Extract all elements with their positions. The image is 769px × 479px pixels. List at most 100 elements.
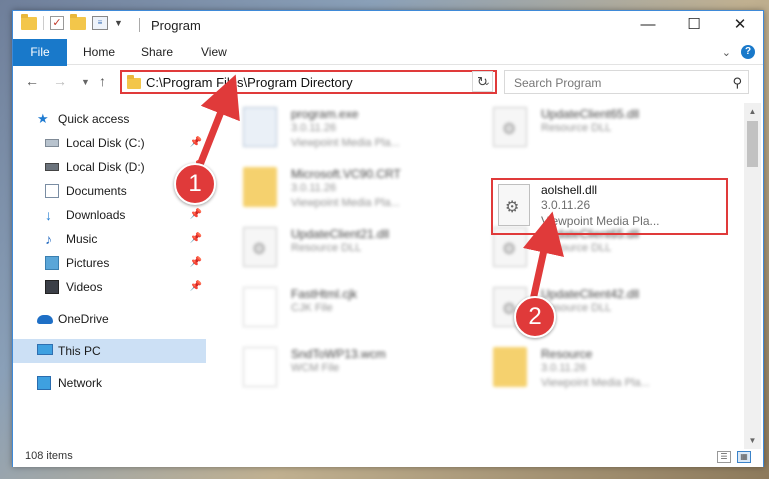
back-arrow-icon[interactable]: ← [25, 73, 39, 89]
pictures-icon [45, 256, 59, 270]
item-count: 108 items [25, 450, 73, 462]
sidebar-item-label: Local Disk (D:) [66, 160, 145, 174]
folder-icon [127, 75, 141, 89]
window-title: Program [151, 18, 201, 33]
network-icon [37, 376, 51, 390]
file-description: Viewpoint Media Pla... [291, 197, 400, 209]
sidebar-item-onedrive[interactable]: OneDrive [13, 307, 206, 331]
file-name: SndToWP13.wcm [291, 347, 386, 361]
file-item[interactable]: ⚙ UpdateClient21.dll Resource DLL [243, 223, 463, 275]
view-buttons: ☰ ▦ [717, 451, 751, 463]
tab-view[interactable]: View [187, 39, 241, 65]
file-name: UpdateClient65.dll [541, 107, 640, 121]
sidebar-item-music[interactable]: ♪ Music 📌 [13, 227, 206, 251]
status-bar: 108 items ☰ ▦ [13, 449, 763, 467]
minimize-button[interactable]: — [625, 11, 671, 39]
up-arrow-icon[interactable]: ↑ [99, 73, 106, 89]
file-description: Viewpoint Media Pla... [541, 377, 650, 389]
file-item[interactable]: Microsoft.VC90.CRT 3.0.11.26 Viewpoint M… [243, 163, 463, 215]
videos-icon [45, 280, 59, 294]
file-version: 3.0.11.26 [291, 122, 337, 134]
forward-arrow-icon[interactable]: → [53, 73, 67, 89]
sidebar-item-label: Music [66, 232, 98, 246]
file-name: UpdateClient42.dll [541, 287, 640, 301]
file-type: WCM File [291, 362, 340, 374]
highlight-box [491, 178, 728, 235]
sidebar-item-label: Quick access [58, 112, 130, 126]
sidebar-item-label: Pictures [66, 256, 110, 270]
file-item[interactable]: Resource 3.0.11.26 Viewpoint Media Pla..… [493, 343, 713, 395]
quick-access-toolbar: ✓ ≡ ▼ [21, 13, 123, 30]
sidebar-item-network[interactable]: Network [13, 371, 206, 395]
close-button[interactable]: ✕ [717, 11, 763, 39]
pin-icon: 📌 [189, 257, 202, 268]
file-type: CJK File [291, 302, 333, 314]
file-item[interactable]: ⚙ UpdateClient65.dll Resource DLL [493, 103, 713, 155]
file-item[interactable]: program.exe 3.0.11.26 Viewpoint Media Pl… [243, 103, 463, 155]
customize-icon[interactable]: ≡ [92, 16, 108, 30]
file-icon [243, 347, 277, 387]
scroll-down-icon[interactable]: ▼ [744, 432, 761, 449]
folder-icon [21, 13, 37, 30]
drive-icon [45, 139, 59, 147]
details-view-icon[interactable]: ☰ [717, 451, 731, 463]
sidebar-item-this-pc[interactable]: This PC [13, 339, 206, 363]
recent-locations-icon[interactable]: ▼ [81, 77, 90, 87]
pin-icon: 📌 [189, 233, 202, 244]
file-item[interactable]: SndToWP13.wcm WCM File [243, 343, 463, 395]
explorer-window: ✓ ≡ ▼ Program — ☐ ✕ File Home Share View… [12, 10, 764, 467]
pin-icon: 📌 [189, 281, 202, 292]
sidebar-item-label: Downloads [66, 208, 126, 222]
vertical-scrollbar[interactable]: ▲ ▼ [744, 103, 761, 449]
file-type: Resource DLL [541, 242, 612, 254]
file-list: program.exe 3.0.11.26 Viewpoint Media Pl… [223, 103, 743, 449]
address-bar[interactable]: C:\Program Files\Program Directory ⌄ [120, 70, 497, 94]
star-icon: ★ [37, 111, 49, 126]
computer-icon [37, 344, 53, 355]
sidebar-item-downloads[interactable]: ↓ Downloads 📌 [13, 203, 206, 227]
file-name: UpdateClient21.dll [291, 227, 390, 241]
sidebar-item-label: This PC [58, 344, 101, 358]
music-icon: ♪ [45, 231, 52, 247]
scroll-thumb[interactable] [747, 121, 758, 167]
search-icon[interactable]: ⚲ [732, 75, 742, 91]
file-type: Resource DLL [541, 122, 612, 134]
help-icon[interactable]: ? [741, 45, 755, 59]
drive-icon [45, 163, 59, 171]
sidebar-item-local-disk-c[interactable]: Local Disk (C:) 📌 [13, 131, 206, 155]
file-name: program.exe [291, 107, 359, 121]
sidebar-item-label: OneDrive [58, 312, 109, 326]
new-folder-icon[interactable] [70, 13, 86, 30]
exe-icon [243, 107, 277, 147]
search-placeholder[interactable]: Search Program [514, 76, 601, 90]
properties-check-icon[interactable]: ✓ [50, 16, 64, 30]
expand-ribbon-icon[interactable]: ⌄ [722, 46, 731, 59]
tab-home[interactable]: Home [69, 39, 129, 65]
sidebar-item-pictures[interactable]: Pictures 📌 [13, 251, 206, 275]
file-icon [243, 287, 277, 327]
sidebar-item-label: Network [58, 376, 103, 390]
dll-icon: ⚙ [243, 227, 277, 267]
sidebar-item-videos[interactable]: Videos 📌 [13, 275, 206, 299]
address-path[interactable]: C:\Program Files\Program Directory [146, 75, 353, 90]
search-box[interactable]: Search Program ⚲ [504, 70, 749, 94]
documents-icon [45, 184, 59, 198]
file-item[interactable]: FastHtml.cjk CJK File [243, 283, 463, 335]
sidebar-item-quick-access[interactable]: ★ Quick access [13, 107, 206, 131]
title-separator [139, 18, 140, 32]
file-name: Resource [541, 347, 593, 361]
sidebar-item-label: Documents [66, 184, 127, 198]
tiles-view-icon[interactable]: ▦ [737, 451, 751, 463]
folder-icon [243, 167, 277, 207]
qat-dropdown-icon[interactable]: ▼ [114, 18, 123, 28]
refresh-button[interactable]: ↻ [472, 71, 493, 92]
maximize-button[interactable]: ☐ [671, 11, 717, 39]
ribbon-right: ⌄ ? [722, 45, 755, 59]
tab-share[interactable]: Share [127, 39, 187, 65]
file-name: Microsoft.VC90.CRT [291, 167, 401, 181]
scroll-up-icon[interactable]: ▲ [744, 103, 761, 120]
sidebar-item-label: Local Disk (C:) [66, 136, 145, 150]
file-type: Resource DLL [291, 242, 362, 254]
download-icon: ↓ [45, 207, 52, 223]
sidebar-item-label: Videos [66, 280, 103, 294]
